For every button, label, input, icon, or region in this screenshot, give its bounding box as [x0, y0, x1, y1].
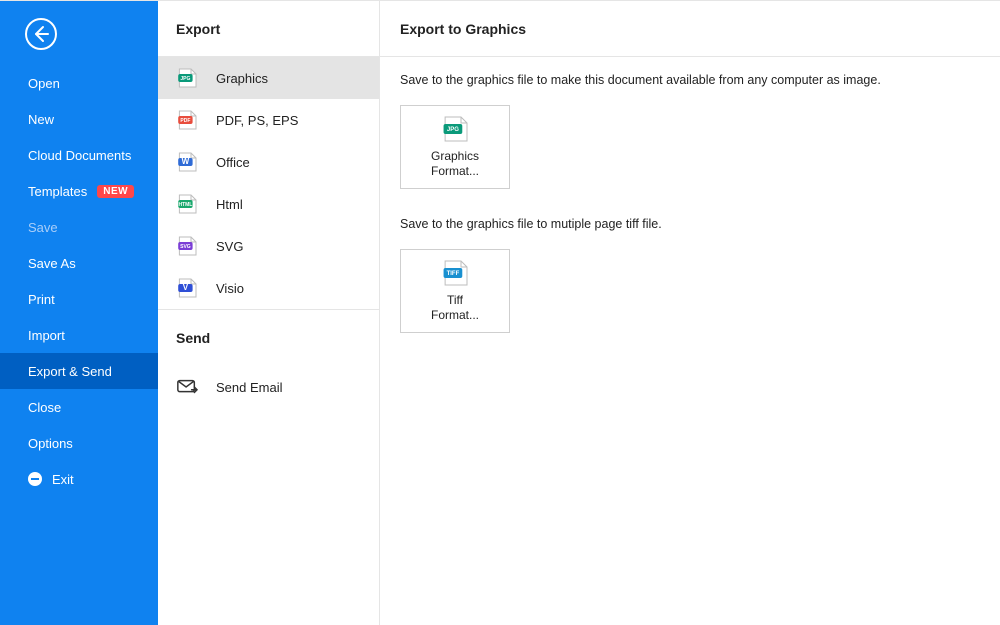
- html-icon: HTML: [176, 193, 198, 215]
- nav-item-options[interactable]: Options: [0, 425, 158, 461]
- jpg-icon: JPG: [176, 67, 198, 89]
- nav-item-label: Print: [28, 292, 55, 307]
- export-option-label: Graphics: [216, 71, 268, 86]
- nav-item-label: Options: [28, 436, 73, 451]
- section-description: Save to the graphics file to make this d…: [400, 73, 980, 87]
- export-option-label: Visio: [216, 281, 244, 296]
- back-button[interactable]: [24, 17, 58, 51]
- export-option-label: Html: [216, 197, 243, 212]
- nav-item-close[interactable]: Close: [0, 389, 158, 425]
- nav-item-save: Save: [0, 209, 158, 245]
- back-arrow-icon: [24, 17, 58, 51]
- nav-item-label: Export & Send: [28, 364, 112, 379]
- svg-text:W: W: [182, 157, 190, 166]
- nav-item-label: Save As: [28, 256, 76, 271]
- export-card-label: GraphicsFormat...: [431, 149, 479, 179]
- export-card-jpg[interactable]: JPG GraphicsFormat...: [400, 105, 510, 189]
- export-option-label: Office: [216, 155, 250, 170]
- nav-item-label: Cloud Documents: [28, 148, 131, 163]
- export-option-label: SVG: [216, 239, 243, 254]
- svg-text:JPG: JPG: [180, 76, 190, 82]
- export-card-label: TiffFormat...: [431, 293, 479, 323]
- section-description: Save to the graphics file to mutiple pag…: [400, 217, 980, 231]
- export-option-html[interactable]: HTML Html: [158, 183, 379, 225]
- export-option-svg[interactable]: SVG SVG: [158, 225, 379, 267]
- nav-item-label: Import: [28, 328, 65, 343]
- send-option-label: Send Email: [216, 380, 282, 395]
- tiff-icon: TIFF: [441, 259, 469, 287]
- export-option-jpg[interactable]: JPG Graphics: [158, 57, 379, 99]
- nav-item-label: Save: [28, 220, 58, 235]
- send-section-header: Send: [158, 310, 379, 366]
- export-option-label: PDF, PS, EPS: [216, 113, 298, 128]
- nav-item-label: Templates: [28, 184, 87, 199]
- exit-icon: [28, 472, 42, 486]
- export-option-pdf[interactable]: PDF PDF, PS, EPS: [158, 99, 379, 141]
- nav-item-save-as[interactable]: Save As: [0, 245, 158, 281]
- visio-icon: V: [176, 277, 198, 299]
- pdf-icon: PDF: [176, 109, 198, 131]
- nav-item-cloud-documents[interactable]: Cloud Documents: [0, 137, 158, 173]
- svg-text:V: V: [183, 283, 189, 292]
- nav-item-open[interactable]: Open: [0, 65, 158, 101]
- nav-item-label: Close: [28, 400, 61, 415]
- svg-text:SVG: SVG: [180, 244, 191, 250]
- svg-text:PDF: PDF: [180, 118, 190, 124]
- export-card-tiff[interactable]: TIFF TiffFormat...: [400, 249, 510, 333]
- nav-item-templates[interactable]: Templates NEW: [0, 173, 158, 209]
- main-panel: Export to Graphics Save to the graphics …: [380, 1, 1000, 625]
- nav-item-new[interactable]: New: [0, 101, 158, 137]
- nav-item-label: Open: [28, 76, 60, 91]
- svg-text:JPG: JPG: [447, 127, 459, 133]
- backstage-nav: Open New Cloud Documents Templates NEW Save Sa…: [0, 1, 158, 625]
- main-title: Export to Graphics: [380, 1, 1000, 57]
- email-icon: [176, 376, 198, 398]
- nav-item-print[interactable]: Print: [0, 281, 158, 317]
- nav-item-exit[interactable]: Exit: [0, 461, 158, 497]
- nav-item-import[interactable]: Import: [0, 317, 158, 353]
- nav-item-export-send[interactable]: Export & Send: [0, 353, 158, 389]
- export-option-visio[interactable]: V Visio: [158, 267, 379, 309]
- export-section-header: Export: [158, 1, 379, 57]
- nav-item-label: New: [28, 112, 54, 127]
- export-option-word[interactable]: W Office: [158, 141, 379, 183]
- new-badge: NEW: [97, 185, 134, 198]
- jpg-icon: JPG: [441, 115, 469, 143]
- send-option-email[interactable]: Send Email: [158, 366, 379, 408]
- svg-text:HTML: HTML: [178, 202, 192, 208]
- nav-item-label: Exit: [52, 472, 74, 487]
- svg-icon: SVG: [176, 235, 198, 257]
- word-icon: W: [176, 151, 198, 173]
- svg-text:TIFF: TIFF: [447, 271, 460, 277]
- export-category-panel: Export JPG Graphics PDF PDF, PS, EPS W O…: [158, 1, 380, 625]
